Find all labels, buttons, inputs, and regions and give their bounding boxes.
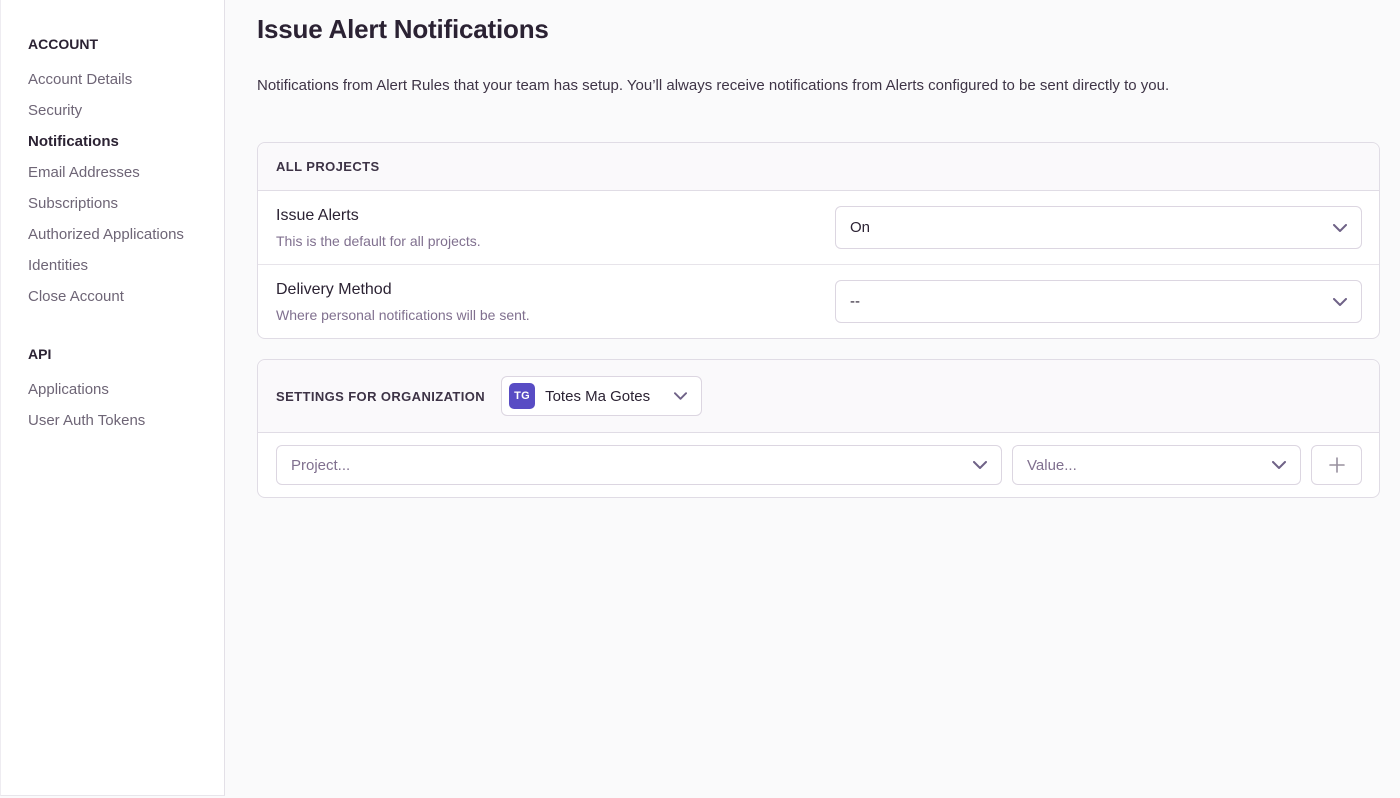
issue-alerts-select[interactable]: On (835, 206, 1362, 249)
chevron-down-icon (1272, 461, 1286, 469)
panel-organization-settings: SETTINGS FOR ORGANIZATION TG Totes Ma Go… (257, 359, 1380, 498)
chevron-down-icon (1333, 298, 1347, 306)
delivery-method-select-value: -- (850, 293, 860, 310)
sidebar-item-user-auth-tokens[interactable]: User Auth Tokens (28, 405, 224, 436)
chevron-down-icon (973, 461, 987, 469)
sidebar-item-close-account[interactable]: Close Account (28, 281, 224, 312)
organization-panel-header: SETTINGS FOR ORGANIZATION TG Totes Ma Go… (258, 360, 1379, 433)
sidebar-item-authorized-applications[interactable]: Authorized Applications (28, 219, 224, 250)
page-description: Notifications from Alert Rules that your… (257, 77, 1380, 94)
project-override-row: Project... Value... (258, 433, 1379, 497)
delivery-method-label: Delivery Method (276, 281, 530, 299)
main-content: Issue Alert Notifications Notifications … (225, 0, 1400, 798)
page-title: Issue Alert Notifications (257, 14, 1380, 45)
issue-alerts-labels: Issue Alerts This is the default for all… (276, 207, 481, 249)
delivery-method-select[interactable]: -- (835, 280, 1362, 323)
delivery-method-help: Where personal notifications will be sen… (276, 307, 530, 323)
sidebar-item-email-addresses[interactable]: Email Addresses (28, 157, 224, 188)
issue-alerts-select-value: On (850, 219, 870, 236)
sidebar-section-account: ACCOUNT Account Details Security Notific… (28, 30, 224, 312)
chevron-down-icon (1333, 224, 1347, 232)
delivery-method-labels: Delivery Method Where personal notificat… (276, 281, 530, 323)
chevron-down-icon (674, 392, 687, 400)
sidebar-item-account-details[interactable]: Account Details (28, 64, 224, 95)
settings-sidebar: ACCOUNT Account Details Security Notific… (0, 0, 225, 796)
panel-all-projects-header: ALL PROJECTS (258, 143, 1379, 191)
organization-selector[interactable]: TG Totes Ma Gotes (501, 376, 702, 416)
panel-all-projects: ALL PROJECTS Issue Alerts This is the de… (257, 142, 1380, 339)
sidebar-heading-api: API (28, 340, 224, 368)
add-project-override-button[interactable] (1311, 445, 1362, 485)
issue-alerts-help: This is the default for all projects. (276, 233, 481, 249)
sidebar-item-subscriptions[interactable]: Subscriptions (28, 188, 224, 219)
delivery-method-row: Delivery Method Where personal notificat… (258, 264, 1379, 338)
project-select-placeholder: Project... (291, 457, 350, 474)
plus-icon (1328, 456, 1346, 474)
sidebar-item-notifications[interactable]: Notifications (28, 126, 224, 157)
sidebar-heading-account: ACCOUNT (28, 30, 224, 58)
sidebar-item-applications[interactable]: Applications (28, 374, 224, 405)
sidebar-section-api: API Applications User Auth Tokens (28, 340, 224, 436)
organization-name: Totes Ma Gotes (545, 388, 650, 405)
sidebar-item-security[interactable]: Security (28, 95, 224, 126)
issue-alerts-label: Issue Alerts (276, 207, 481, 225)
organization-panel-title: SETTINGS FOR ORGANIZATION (276, 389, 485, 404)
sidebar-item-identities[interactable]: Identities (28, 250, 224, 281)
project-select[interactable]: Project... (276, 445, 1002, 485)
value-select-placeholder: Value... (1027, 457, 1077, 474)
organization-avatar: TG (509, 383, 535, 409)
value-select[interactable]: Value... (1012, 445, 1301, 485)
issue-alerts-row: Issue Alerts This is the default for all… (258, 191, 1379, 264)
